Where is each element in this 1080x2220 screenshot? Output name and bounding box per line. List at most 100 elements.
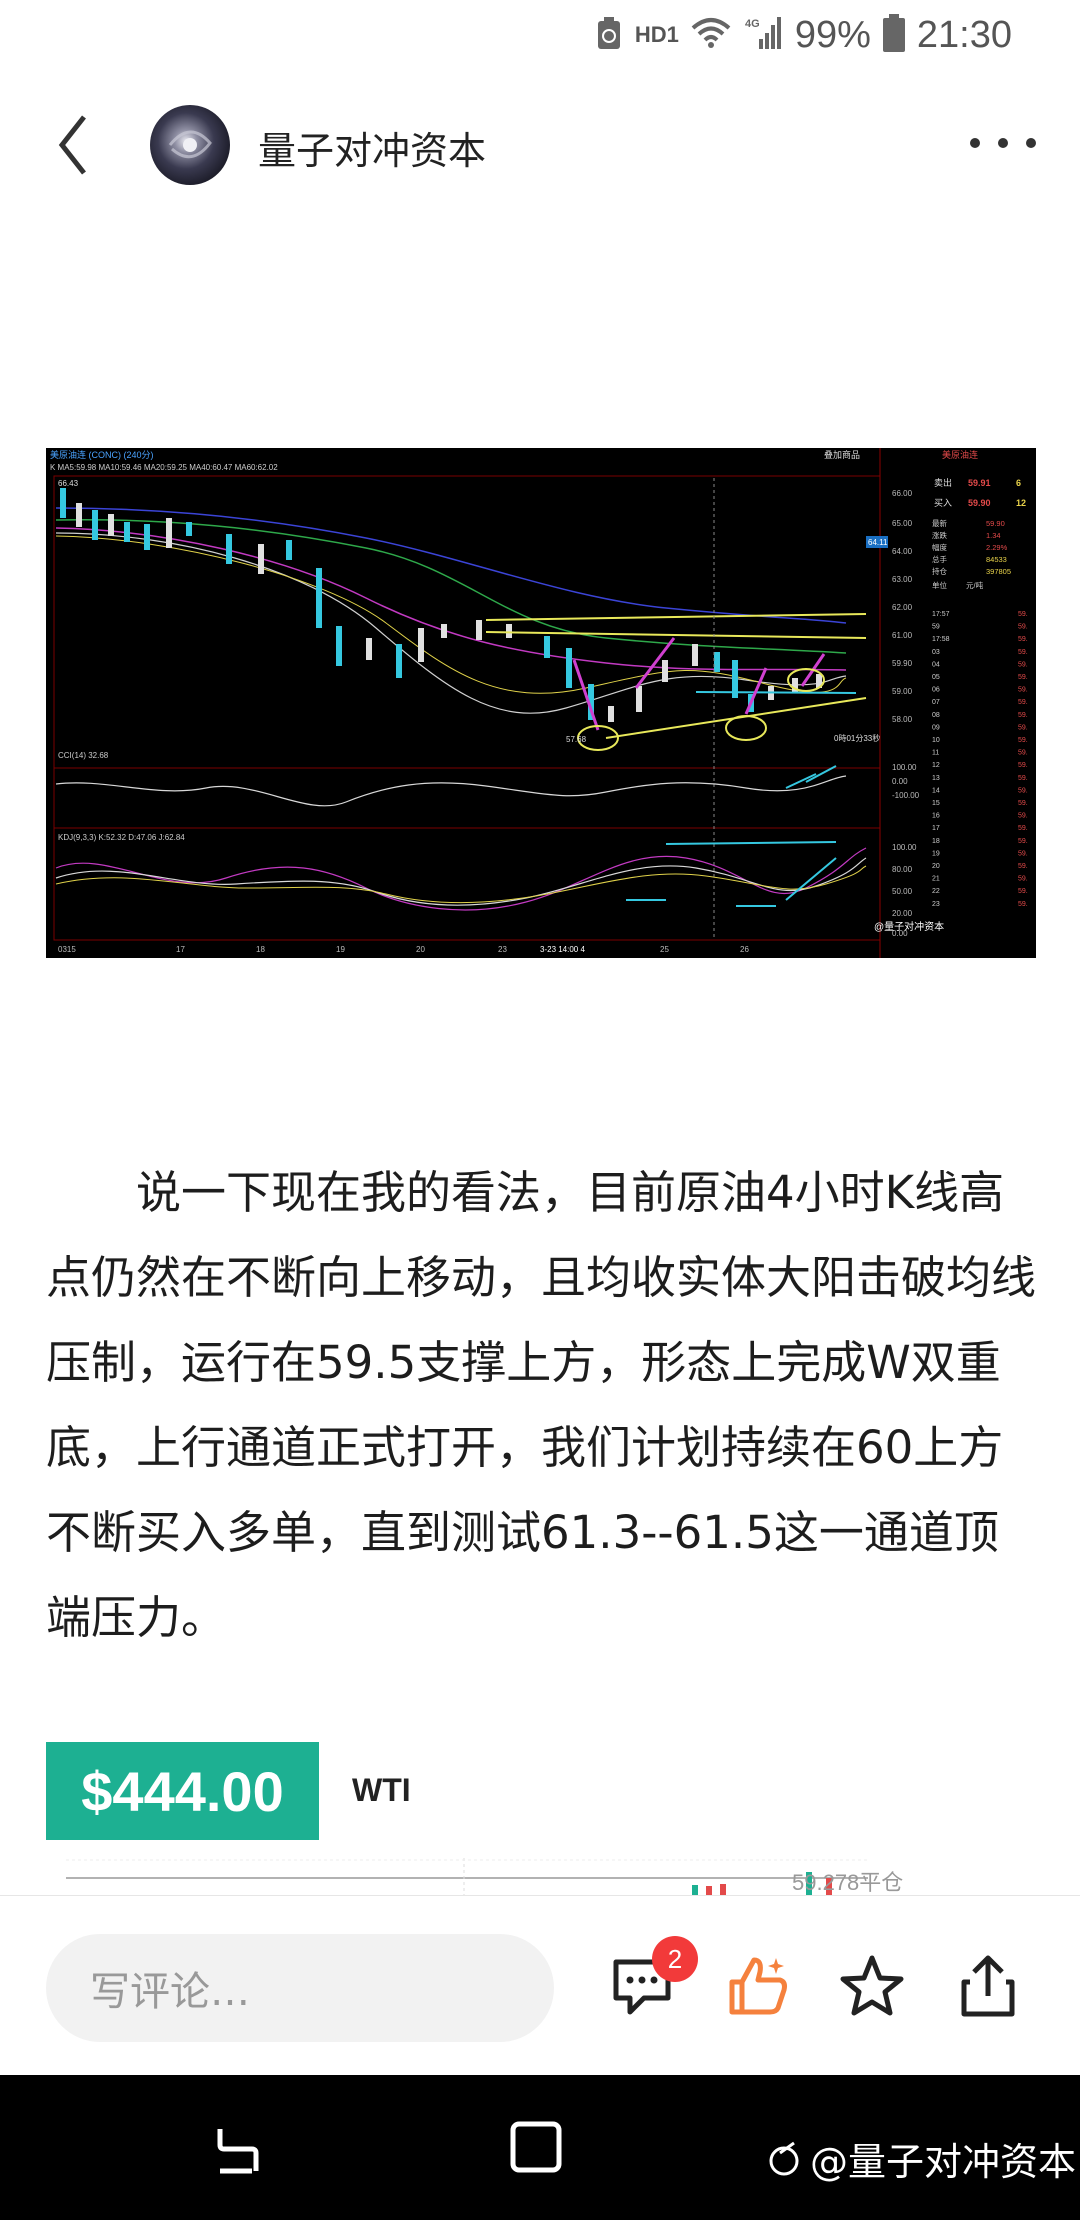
home-button[interactable] (508, 2119, 564, 2175)
price-axis: 66.00 65.00 64.00 63.00 62.00 61.00 59.9… (892, 489, 913, 724)
time-row-price: 59. (1018, 624, 1028, 631)
avatar[interactable] (150, 105, 230, 185)
buy-qty: 12 (1016, 498, 1026, 508)
time-row: 17 (932, 825, 940, 832)
time-row-price: 59. (1018, 699, 1028, 706)
share-icon (961, 1955, 1015, 2017)
kdj-label: KDJ(9,3,3) K:52.32 D:47.06 J:62.84 (58, 833, 185, 842)
star-icon (840, 1955, 904, 2016)
time-row-price: 59. (1018, 750, 1028, 757)
instrument-name[interactable]: WTI (352, 1772, 411, 1809)
recent-apps-icon (217, 2129, 259, 2174)
price-tick: 62.00 (892, 603, 913, 612)
recent-apps-button[interactable] (208, 2125, 268, 2175)
wifi-icon (691, 16, 731, 54)
share-button[interactable] (956, 1954, 1020, 2018)
date-tick: 0315 (58, 945, 76, 954)
article-header: 量子对冲资本 (0, 90, 1080, 200)
time-row-price: 59. (1018, 649, 1028, 656)
time-row-price: 59. (1018, 762, 1028, 769)
time-row: 14 (932, 787, 940, 794)
date-tick: 20 (416, 945, 425, 954)
article-chart-image[interactable]: 美原油连 (CONC) (240分) K MA5:59.98 MA10:59.4… (46, 448, 1036, 958)
chart-high-label: 66.43 (58, 479, 79, 488)
quote-row-value: 59.90 (986, 519, 1005, 528)
watermark-text: @量子对冲资本 (810, 2140, 1077, 2184)
time-row-price: 59. (1018, 775, 1028, 782)
time-row: 03 (932, 649, 940, 656)
quote-row-label: 幅度 (932, 542, 947, 552)
favorite-button[interactable] (840, 1954, 904, 2018)
time-row: 20 (932, 863, 940, 870)
price-badge[interactable]: $444.00 (46, 1742, 319, 1840)
quote-row-label: 最新 (932, 518, 947, 528)
more-dot (1026, 138, 1036, 148)
more-dot (970, 138, 980, 148)
quote-row-label: 总手 (932, 554, 947, 564)
quote-row-value: 元/吨 (966, 580, 984, 590)
sell-label: 卖出 (934, 477, 952, 488)
time-row: 05 (932, 674, 940, 681)
time-row-price: 59. (1018, 850, 1028, 857)
time-row: 08 (932, 712, 940, 719)
sell-qty: 6 (1016, 478, 1021, 488)
time-row: 23 (932, 901, 940, 908)
comment-count-badge: 2 (652, 1936, 698, 1982)
battery-icon (882, 14, 905, 56)
time-row: 19 (932, 850, 940, 857)
thumbs-up-icon (729, 1957, 787, 2015)
sync-icon (595, 15, 623, 55)
back-button[interactable] (48, 115, 108, 175)
date-tick: 17 (176, 945, 185, 954)
time-row: 59 (932, 624, 940, 631)
article-paragraph: 说一下现在我的看法，目前原油4小时K线高点仍然在不断向上移动，且均收实体大阳击破… (46, 1166, 1037, 1644)
more-button[interactable] (970, 128, 1036, 158)
channel-name[interactable]: 量子对冲资本 (258, 120, 486, 175)
comment-input[interactable]: 写评论… (46, 1934, 554, 2042)
home-square-icon (510, 2121, 562, 2173)
chart-title: 美原油连 (CONC) (240分) (50, 449, 154, 460)
date-tick: 3-23 14:00 4 (540, 945, 585, 954)
time-row-price: 59. (1018, 724, 1028, 731)
time-row: 22 (932, 888, 940, 895)
date-tick: 19 (336, 945, 345, 954)
bottom-action-bar: 写评论… 2 (0, 1895, 1080, 2075)
time-row: 06 (932, 687, 940, 694)
cci-tick: -100.00 (892, 791, 920, 800)
time-row-price: 59. (1018, 876, 1028, 883)
like-button[interactable] (726, 1954, 790, 2018)
chart-watermark: @量子对冲资本 (874, 920, 944, 933)
buy-label: 买入 (934, 498, 952, 508)
date-tick: 23 (498, 945, 507, 954)
more-dot (998, 138, 1008, 148)
time-row: 18 (932, 838, 940, 845)
system-nav-bar: @量子对冲资本 (0, 2075, 1080, 2220)
cursor-price: 64.11 (868, 538, 888, 547)
cci-label: CCI(14) 32.68 (58, 751, 109, 760)
time-row: 11 (932, 750, 939, 757)
time-row-price: 59. (1018, 661, 1028, 668)
chart-ma-line: K MA5:59.98 MA10:59.46 MA20:59.25 MA40:6… (50, 463, 278, 472)
quote-row-label: 持仓 (932, 566, 947, 576)
date-tick: 25 (660, 945, 669, 954)
status-icons: HD1 4G 99% 21:30 (595, 10, 1012, 60)
price-tick: 59.00 (892, 687, 913, 696)
time-row-price: 59. (1018, 687, 1028, 694)
price-tick: 61.00 (892, 631, 913, 640)
time-row-price: 59. (1018, 813, 1028, 820)
time-row-price: 59. (1018, 712, 1028, 719)
buy-price: 59.90 (968, 498, 991, 508)
sell-price: 59.91 (968, 478, 991, 488)
kdj-tick: 80.00 (892, 865, 913, 874)
cci-tick: 100.00 (892, 763, 917, 772)
signal-4g-text: 4G (745, 18, 760, 30)
time-row: 10 (932, 737, 940, 744)
quote-row-value: 397805 (986, 567, 1011, 576)
hd-label: HD1 (634, 22, 679, 47)
quote-name: 美原油连 (942, 449, 978, 460)
cci-tick: 0.00 (892, 777, 908, 786)
chart-low-label: 57.68 (566, 735, 587, 744)
battery-percent: 99% (794, 13, 871, 56)
price-tick: 58.00 (892, 715, 913, 724)
price-tick: 63.00 (892, 575, 913, 584)
